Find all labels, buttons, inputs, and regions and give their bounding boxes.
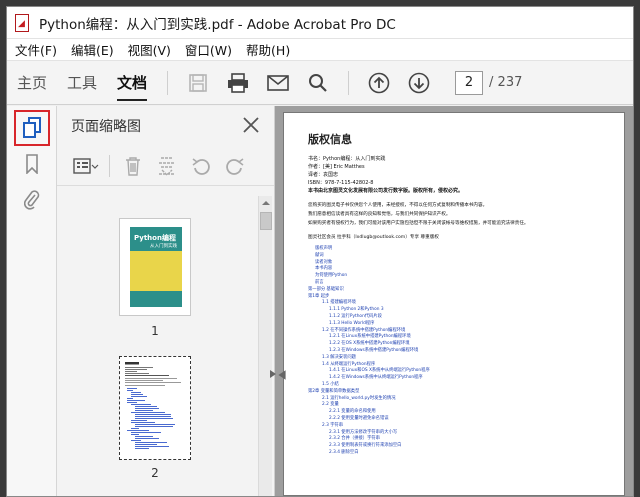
- panel-toolbar: [57, 146, 274, 186]
- rotate-cw-icon[interactable]: [220, 152, 250, 180]
- navigation-rail: [7, 106, 57, 496]
- menu-view[interactable]: 视图(V): [128, 40, 171, 59]
- menu-file[interactable]: 文件(F): [15, 40, 57, 59]
- options-icon[interactable]: [71, 152, 101, 180]
- tab-document[interactable]: 文档: [107, 61, 157, 105]
- toc-entry[interactable]: 本书内容: [308, 266, 608, 273]
- toc-entry[interactable]: 1.4.2 在Windows系统中从终端运行Python程序: [308, 375, 608, 382]
- toc-entry[interactable]: 2.2.1 变量的命名和使用: [308, 409, 608, 416]
- search-icon[interactable]: [298, 61, 338, 105]
- expand-panel-icon[interactable]: [269, 369, 277, 379]
- toc-entry[interactable]: 2.1 运行hello_world.py时发生的情况: [308, 396, 608, 403]
- next-page-icon[interactable]: [399, 61, 439, 105]
- acrobat-window: ◢ Python编程：从入门到实践.pdf - Adobe Acrobat Pr…: [6, 6, 634, 497]
- notice-paragraph-2: 我们愿意相信读者具有这样的良知和觉悟，与我们共同保护知识产权。: [308, 212, 451, 217]
- document-page: 版权信息 书名：Python编程：从入门到实践 作者：[美] Eric Matt…: [283, 112, 625, 496]
- page-thumbnail-2[interactable]: [119, 356, 191, 460]
- toc-entry[interactable]: 1.1.1 Python 2和Python 3: [308, 307, 608, 314]
- page-total: / 237: [489, 75, 523, 90]
- meta-author: 作者：[美] Eric Matthes: [308, 164, 365, 170]
- toc-entry[interactable]: 2.3.3 使用制表符或换行符来添加空白: [308, 443, 608, 450]
- contact-line: 图灵社区会员 拉手科（lxdlugb@outlook.com）专享 尊重版权: [308, 235, 439, 240]
- menu-bar: 文件(F) 编辑(E) 视图(V) 窗口(W) 帮助(H): [7, 39, 633, 61]
- attachment-icon[interactable]: [14, 182, 50, 218]
- menu-edit[interactable]: 编辑(E): [71, 40, 114, 59]
- mail-icon[interactable]: [258, 61, 298, 105]
- toc-entry[interactable]: 2.3 字符串: [308, 423, 608, 430]
- panel-toolbar-divider: [109, 154, 110, 177]
- title-bar: ◢ Python编程：从入门到实践.pdf - Adobe Acrobat Pr…: [7, 7, 633, 39]
- delete-icon[interactable]: [118, 152, 148, 180]
- doc-heading: 版权信息: [308, 133, 352, 146]
- toc-entry[interactable]: 前言: [308, 280, 608, 287]
- toc-entry[interactable]: 1.5 小结: [308, 382, 608, 389]
- print-icon[interactable]: [218, 61, 258, 105]
- toolbar-divider: [167, 70, 169, 95]
- thumbnail-label-2: 2: [151, 466, 159, 480]
- collapse-panel-icon[interactable]: [277, 369, 287, 381]
- toc-entry[interactable]: 2.2.2 使用变量时避免命名错误: [308, 416, 608, 423]
- notice-paragraph-3: 如果购买者有侵权行为，我们可能对该用户实施包括但不限于关闭该帐号等维权措施，并可…: [308, 221, 529, 226]
- thumbnail-panel: 页面缩略图 Python编程 从入门到实践 1 2: [57, 106, 275, 496]
- document-view[interactable]: 版权信息 书名：Python编程：从入门到实践 作者：[美] Eric Matt…: [275, 106, 633, 496]
- menu-window[interactable]: 窗口(W): [185, 40, 232, 59]
- toc-entry[interactable]: 版权声明: [308, 246, 608, 253]
- tab-tools[interactable]: 工具: [57, 61, 107, 105]
- window-title: Python编程：从入门到实践.pdf - Adobe Acrobat Pro …: [39, 16, 396, 33]
- panel-title: 页面缩略图: [71, 119, 141, 135]
- page-2-preview: [125, 362, 181, 449]
- notice-paragraph-1: 您购买的图灵电子书仅供您个人使用，未经授权，不得以任何方式复制和传播本书内容。: [308, 203, 488, 208]
- menu-help[interactable]: 帮助(H): [246, 40, 290, 59]
- screen-frame: ◢ Python编程：从入门到实践.pdf - Adobe Acrobat Pr…: [0, 0, 640, 497]
- cover-subtitle: 从入门到实践: [150, 244, 177, 249]
- meta-isbn: ISBN：978-7-115-42802-8: [308, 180, 374, 186]
- workspace: 页面缩略图 Python编程 从入门到实践 1 2 版权信息 书名：Python…: [7, 106, 633, 496]
- bookmark-icon[interactable]: [14, 146, 50, 182]
- tab-home[interactable]: 主页: [7, 61, 57, 105]
- toc-entry[interactable]: 1.1.2 运行Python代码片段: [308, 314, 608, 321]
- current-page-input[interactable]: 2: [455, 70, 484, 95]
- toolbar-divider: [348, 70, 350, 95]
- thumbnail-list: Python编程 从入门到实践 1 2: [57, 188, 257, 496]
- toc-entry[interactable]: 为何使用Python: [308, 273, 608, 280]
- toc-entry[interactable]: 第一部分 基础知识: [308, 287, 608, 294]
- extract-icon[interactable]: [152, 152, 182, 180]
- cover-title: Python编程: [134, 234, 176, 242]
- main-toolbar: 主页 工具 文档 2 / 237: [7, 61, 633, 105]
- panel-header: 页面缩略图: [57, 106, 274, 146]
- toc-entry[interactable]: 献词: [308, 253, 608, 260]
- prev-page-icon[interactable]: [359, 61, 399, 105]
- close-icon[interactable]: [242, 116, 260, 134]
- rotate-ccw-icon[interactable]: [186, 152, 216, 180]
- toc-entry[interactable]: 1.2.2 在OS X系统中搭建Python编程环境: [308, 341, 608, 348]
- meta-title: 书名：Python编程：从入门到实践: [308, 156, 386, 162]
- table-of-contents: 版权声明 献词 读者对象 本书内容 为何使用Python 前言 第一部分 基础知识 第1章 起…: [308, 246, 608, 457]
- thumbnail-label-1: 1: [151, 324, 159, 338]
- save-icon[interactable]: [178, 61, 218, 105]
- meta-rights: 本书由北京图灵文化发展有限公司发行数字版。版权所有，侵权必究。: [308, 188, 464, 194]
- toc-entry[interactable]: 1.1.3 Hello World程序: [308, 321, 608, 328]
- meta-translator: 译者：袁国忠: [308, 172, 339, 178]
- toc-entry[interactable]: 第2章 变量和简单数据类型: [308, 389, 608, 396]
- scroll-up-icon[interactable]: [261, 198, 271, 208]
- thumbnail-scrollbar[interactable]: [258, 196, 272, 496]
- book-cover: Python编程 从入门到实践: [130, 227, 182, 307]
- toc-entry[interactable]: 1.2.3 在Windows系统中搭建Python编程环境: [308, 348, 608, 355]
- page-thumbnail-1[interactable]: Python编程 从入门到实践: [119, 218, 191, 316]
- scroll-thumb[interactable]: [260, 212, 272, 230]
- toc-entry[interactable]: 2.3.4 删除空白: [308, 450, 608, 457]
- toc-entry[interactable]: 读者对象: [308, 260, 608, 267]
- toc-entry[interactable]: 1.3 解决安装问题: [308, 355, 608, 362]
- acrobat-app-icon: ◢: [13, 13, 31, 32]
- thumbnails-icon[interactable]: [13, 110, 50, 146]
